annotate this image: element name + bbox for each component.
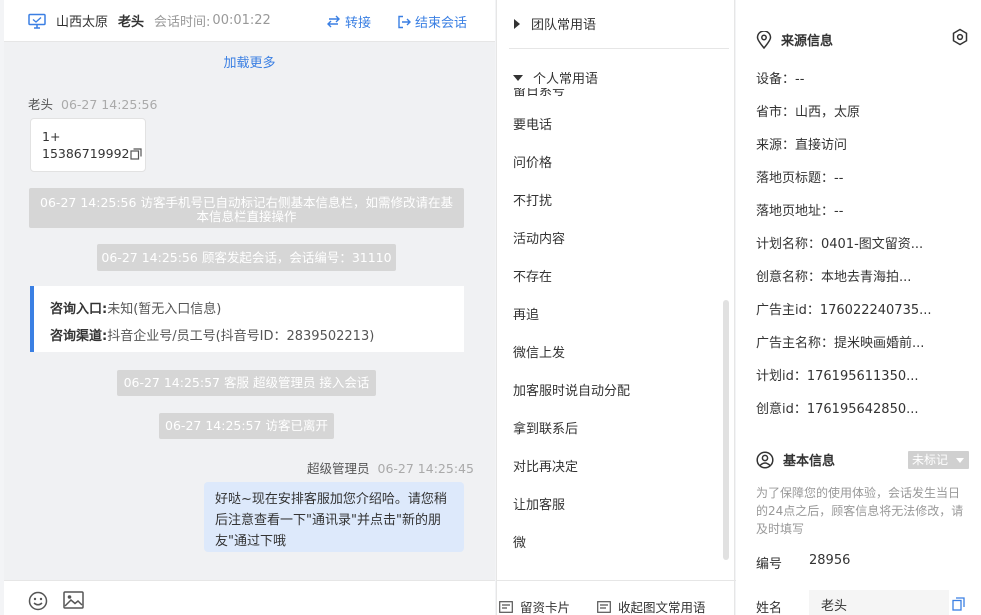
personal-phrases-label: 个人常用语 (533, 72, 599, 87)
visitor-region: 山西太原 (56, 15, 109, 30)
phrase-item[interactable]: 让加客服 (513, 494, 565, 513)
system-message: 06-27 14:25:56 顾客发起会话，会话编号：31110 (97, 244, 396, 271)
consult-entry-label: 咨询入口: (50, 302, 108, 317)
chat-header: 山西太原 老头 会话时间: 00:01:22 转接 结束会话 (4, 0, 495, 42)
phrase-item[interactable]: 留日系号 (513, 88, 565, 99)
quick-phrases-panel: 团队常用语 个人常用语 留日系号 要电话 问价格 不打扰 活动内容 不存在 再追… (496, 0, 736, 615)
source-info-title: 来源信息 (756, 30, 833, 49)
source-row-creative-name: 创意名称：本地去青海拍... (756, 270, 912, 285)
name-input[interactable] (809, 590, 949, 615)
collapse-phrases-button[interactable]: 收起图文常用语 (597, 597, 706, 615)
consult-channel-row: 咨询渠道:抖音企业号/员工号(抖音号ID：2839502213) (50, 323, 464, 350)
image-icon[interactable] (63, 591, 84, 613)
copy-icon[interactable] (130, 147, 143, 164)
source-info-label: 来源信息 (781, 34, 834, 49)
phrase-item[interactable]: 再追 (513, 304, 539, 323)
basic-info-label: 基本信息 (783, 454, 836, 469)
collapse-phrases-label: 收起图文常用语 (618, 600, 706, 615)
chat-toolbar (4, 580, 495, 615)
phrase-item[interactable]: 活动内容 (513, 228, 565, 247)
phone-message-card: 1+ 15386719992 (30, 118, 146, 172)
agent-message-bubble: 好哒~现在安排客服加您介绍哈。请您稍后注意查看一下"通讯录"并点击"新的朋友"通… (204, 482, 464, 552)
source-row-province: 省市：山西，太原 (756, 105, 861, 120)
phone-number-row: 15386719992 (42, 145, 145, 164)
phone-number: 15386719992 (42, 146, 130, 161)
visitor-name: 老头 (118, 15, 145, 30)
team-phrases-group[interactable]: 团队常用语 (513, 14, 596, 33)
phrase-item[interactable]: 对比再决定 (513, 456, 578, 475)
phrase-item[interactable]: 微信上发 (513, 342, 565, 361)
system-message: 06-27 14:25:56 访客手机号已自动标记右侧基本信息栏，如需修改请在基… (29, 188, 464, 228)
phrase-item[interactable]: 不存在 (513, 266, 552, 285)
phrase-scrollbar[interactable] (723, 300, 729, 560)
caret-right-icon (514, 18, 520, 29)
end-session-button[interactable]: 结束会话 (397, 12, 467, 31)
tag-dropdown[interactable]: 未标记 (908, 451, 969, 469)
consult-entry-value: 未知(暂无入口信息) (107, 302, 222, 317)
message-meta: 老头 06-27 14:25:56 (28, 94, 157, 113)
id-value: 28956 (809, 553, 851, 568)
transfer-button[interactable]: 转接 (326, 12, 371, 31)
source-row-advertiser-name: 广告主名称：提米映画婚前... (756, 336, 925, 351)
consult-channel-value: 抖音企业号/员工号(抖音号ID：2839502213) (107, 329, 375, 344)
message-meta: 超级管理员 06-27 14:25:45 (307, 458, 474, 477)
phrase-item[interactable]: 不打扰 (513, 190, 552, 209)
copy-icon[interactable] (952, 597, 965, 615)
exit-icon (398, 15, 411, 28)
phrase-item[interactable]: 拿到联系后 (513, 418, 578, 437)
id-label: 编号 (756, 557, 783, 572)
source-row-plan-id: 计划id：176195611350... (756, 369, 919, 384)
transfer-label: 转接 (345, 16, 372, 31)
end-session-label: 结束会话 (415, 16, 468, 31)
source-row-plan-name: 计划名称：0401-图文留资... (756, 237, 924, 252)
lead-card-label: 留资卡片 (520, 600, 571, 615)
transfer-icon (327, 15, 340, 28)
source-row-advertiser-id: 广告主id：176022240735... (756, 303, 932, 318)
load-more-link[interactable]: 加载更多 (4, 52, 495, 71)
source-row-landing-title: 落地页标题：-- (756, 171, 844, 186)
card-icon (499, 600, 513, 613)
consult-entry-row: 咨询入口:未知(暂无入口信息) (50, 296, 464, 323)
chat-panel: 山西太原 老头 会话时间: 00:01:22 转接 结束会话 加载更多 老头 0… (4, 0, 495, 615)
basic-info-title: 基本信息 (756, 450, 835, 469)
phrases-footer: 留资卡片 收起图文常用语 (497, 580, 736, 615)
personal-phrases-group[interactable]: 个人常用语 (513, 68, 598, 87)
session-time: 00:01:22 (212, 13, 271, 28)
system-message: 06-27 14:25:57 客服 超级管理员 接入会话 (117, 370, 376, 396)
phrase-list: 留日系号 要电话 问价格 不打扰 活动内容 不存在 再追 微信上发 加客服时说自… (497, 88, 727, 560)
phrase-item[interactable]: 问价格 (513, 152, 552, 171)
source-row-origin: 来源：直接访问 (756, 138, 848, 153)
monitor-icon (28, 13, 46, 29)
phrase-item[interactable]: 微 (513, 532, 526, 551)
lead-card-button[interactable]: 留资卡片 (499, 597, 570, 615)
divider (509, 48, 729, 49)
phrase-item[interactable]: 加客服时说自动分配 (513, 380, 630, 399)
consult-info-card: 咨询入口:未知(暂无入口信息) 咨询渠道:抖音企业号/员工号(抖音号ID：283… (30, 286, 464, 352)
caret-down-icon (956, 458, 964, 463)
visitor-info-panel: 来源信息 设备：-- 省市：山西，太原 来源：直接访问 落地页标题：-- 落地页… (736, 0, 981, 615)
message-time: 06-27 14:25:56 (61, 97, 158, 112)
info-hint: 为了保障您的使用体验，会话发生当日的24点之后，顾客信息将无法修改，请及时填写 (756, 486, 964, 536)
session-time-label: 会话时间: (154, 15, 211, 30)
source-row-creative-id: 创意id：176195642850... (756, 402, 919, 417)
caret-down-icon (513, 74, 523, 81)
gear-icon[interactable] (951, 28, 969, 50)
emoji-icon[interactable] (28, 591, 48, 615)
tag-dropdown-value: 未标记 (912, 453, 949, 467)
location-pin-icon (756, 30, 772, 49)
phrase-item[interactable]: 要电话 (513, 114, 552, 133)
system-message: 06-27 14:25:57 访客已离开 (159, 413, 334, 439)
team-phrases-label: 团队常用语 (531, 18, 597, 33)
message-line: 1+ (42, 129, 61, 144)
source-row-device: 设备：-- (756, 72, 805, 87)
user-circle-icon (756, 450, 774, 469)
source-row-landing-url: 落地页地址：-- (756, 204, 844, 219)
message-time: 06-27 14:25:45 (377, 461, 474, 476)
message-sender: 老头 (28, 97, 54, 112)
message-sender: 超级管理员 (307, 461, 370, 476)
name-label: 姓名 (756, 601, 783, 615)
message-icon (597, 600, 611, 613)
consult-channel-label: 咨询渠道: (50, 329, 108, 344)
